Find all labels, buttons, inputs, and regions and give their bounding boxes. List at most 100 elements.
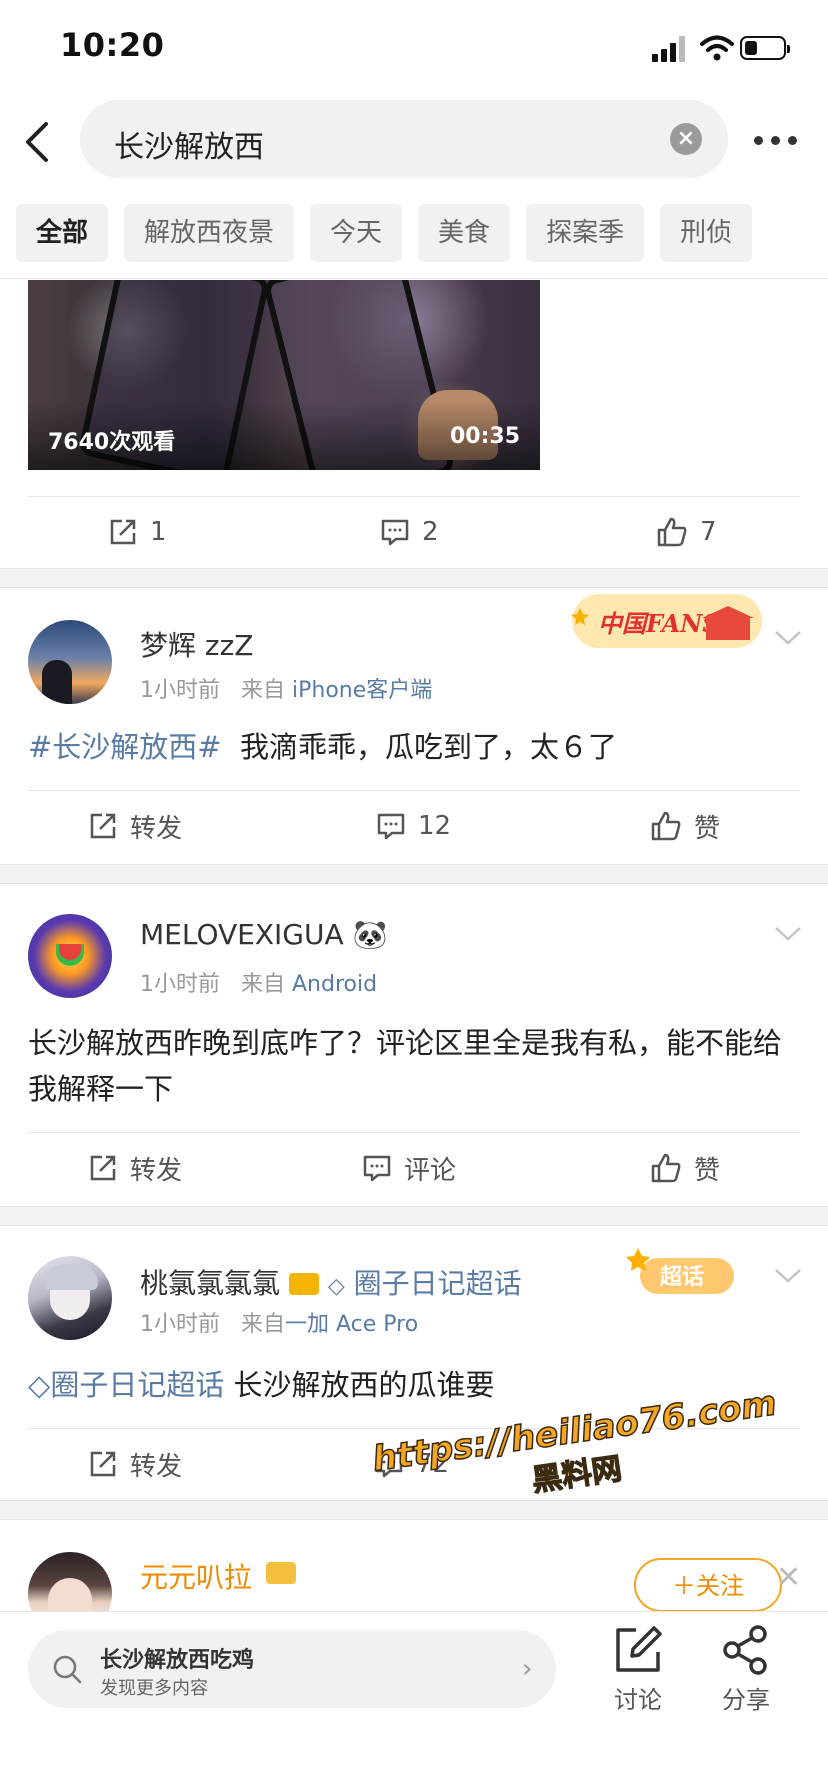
username: MELOVEXIGUA (140, 918, 344, 951)
share-icon (723, 1625, 767, 1675)
comment-button[interactable]: 12 (376, 806, 451, 846)
chevron-down-icon[interactable] (774, 630, 802, 646)
repost-icon (90, 1451, 116, 1477)
thumbs-up-icon (657, 517, 687, 547)
discuss-label: 讨论 (614, 1686, 662, 1714)
repost-icon (110, 519, 136, 545)
tab-crime[interactable]: 刑侦 (660, 204, 753, 262)
topic-link[interactable]: 圈子日记超话 (50, 1368, 224, 1402)
like-label: 赞 (694, 813, 721, 844)
supertopic-link[interactable]: 圈子日记超话 (354, 1267, 522, 1300)
like-count: 7 (700, 517, 717, 547)
discover-subtitle: 发现更多内容 (100, 1678, 208, 1699)
source-prefix: 来自 (240, 678, 285, 703)
more-options-icon[interactable] (752, 124, 800, 158)
badge-text: 超话 (660, 1265, 704, 1290)
username: 桃氯氯氯氯 (140, 1267, 281, 1300)
divider (28, 1132, 800, 1133)
section-gap (0, 568, 828, 588)
clear-search-icon[interactable]: × (670, 123, 702, 155)
like-button[interactable]: 赞 (650, 806, 720, 846)
repost-label: 转发 (130, 813, 183, 844)
thumbs-up-icon (651, 811, 681, 841)
super-topic-badge: 超话 (626, 1248, 734, 1294)
avatar[interactable] (28, 914, 112, 998)
divider (28, 790, 800, 791)
like-button[interactable]: 赞 (650, 1148, 720, 1188)
follow-button[interactable]: ＋关注 (634, 1558, 782, 1612)
back-arrow-icon[interactable] (18, 118, 58, 166)
source-prefix: 来自 (240, 972, 285, 997)
status-bar: 10:20 (0, 0, 828, 96)
thumbs-up-icon (651, 1153, 681, 1183)
post-meta: 1小时前 来自 iPhone客户端 (140, 672, 432, 704)
repost-icon (90, 813, 116, 839)
close-icon[interactable]: ✕ (776, 1560, 801, 1595)
comment-icon (377, 813, 405, 840)
compose-icon (616, 1626, 662, 1672)
china-fans-badge: 中国FANS (571, 594, 762, 648)
discover-title: 长沙解放西吃鸡 (100, 1648, 255, 1673)
source-prefix: 来自 (240, 1312, 285, 1337)
repost-button[interactable]: 转发 (88, 1148, 182, 1188)
post-meta: 1小时前 来自一加 Ace Pro (140, 1306, 418, 1338)
share-label: 分享 (722, 1686, 770, 1714)
post-meta: 1小时前 来自 Android (140, 966, 377, 998)
chevron-right-icon: › (522, 1654, 533, 1684)
wifi-icon (700, 35, 734, 61)
post-body: 长沙解放西的瓜谁要 (233, 1368, 495, 1402)
comment-label: 评论 (404, 1155, 457, 1186)
search-query: 长沙解放西 (114, 130, 264, 165)
tab-detective[interactable]: 探案季 (526, 204, 645, 262)
topic-link[interactable]: #长沙解放西# (28, 730, 222, 764)
search-input[interactable]: 长沙解放西 × (80, 100, 728, 178)
divider (28, 496, 800, 497)
discuss-button[interactable]: 讨论 (600, 1624, 676, 1734)
post-time: 1小时前 (140, 972, 220, 997)
video-duration: 00:35 (449, 424, 520, 449)
crown-badge-icon (288, 1273, 319, 1295)
post-text: #长沙解放西# 我滴乖乖，瓜吃到了，太６了 (28, 724, 617, 770)
share-button[interactable]: 分享 (708, 1624, 784, 1734)
tab-today[interactable]: 今天 (310, 204, 403, 262)
badge-text: 中国FANS (598, 609, 720, 638)
comment-button[interactable]: 评论 (362, 1148, 456, 1188)
comment-icon (381, 519, 409, 546)
username-row[interactable]: MELOVEXIGUA 🐼 (140, 918, 387, 951)
chevron-down-icon[interactable] (774, 926, 802, 942)
avatar[interactable] (28, 1256, 112, 1340)
post-source: iPhone客户端 (292, 678, 433, 703)
tab-food[interactable]: 美食 (418, 204, 511, 262)
chevron-down-icon[interactable] (774, 1268, 802, 1284)
repost-button[interactable]: 1 (108, 512, 167, 552)
avatar[interactable] (28, 620, 112, 704)
repost-count: 1 (150, 517, 167, 547)
comment-count: 12 (418, 811, 452, 841)
cellular-signal-icon (652, 36, 688, 62)
post-body: 我滴乖乖，瓜吃到了，太６了 (240, 730, 618, 764)
video-thumbnail[interactable]: 7640次观看 00:35 (28, 280, 540, 470)
panda-emoji: 🐼 (352, 918, 388, 951)
battery-icon (740, 36, 790, 60)
diamond-icon: ◇ (28, 1368, 51, 1402)
repost-label: 转发 (130, 1155, 183, 1186)
username-row[interactable]: 桃氯氯氯氯 ◇ 圈子日记超话 (140, 1262, 522, 1302)
tab-night-view[interactable]: 解放西夜景 (124, 204, 295, 262)
comment-count: 2 (422, 517, 439, 547)
repost-button[interactable]: 转发 (88, 806, 182, 846)
post-time: 1小时前 (140, 678, 220, 703)
discover-search[interactable]: 长沙解放西吃鸡 发现更多内容 › (28, 1630, 556, 1708)
repost-icon (90, 1155, 116, 1181)
vip-badge-icon (266, 1562, 296, 1584)
like-button[interactable]: 7 (656, 512, 717, 552)
comment-icon (363, 1155, 391, 1182)
section-gap (0, 1206, 828, 1226)
username[interactable]: 元元叭拉 (140, 1556, 252, 1596)
comment-button[interactable]: 2 (380, 512, 439, 552)
username[interactable]: 梦辉 zzZ (140, 624, 253, 664)
tab-all[interactable]: 全部 (16, 204, 109, 262)
diamond-icon: ◇ (327, 1274, 345, 1299)
like-label: 赞 (694, 1155, 721, 1186)
status-time: 10:20 (60, 26, 165, 64)
repost-button[interactable]: 转发 (88, 1444, 182, 1484)
